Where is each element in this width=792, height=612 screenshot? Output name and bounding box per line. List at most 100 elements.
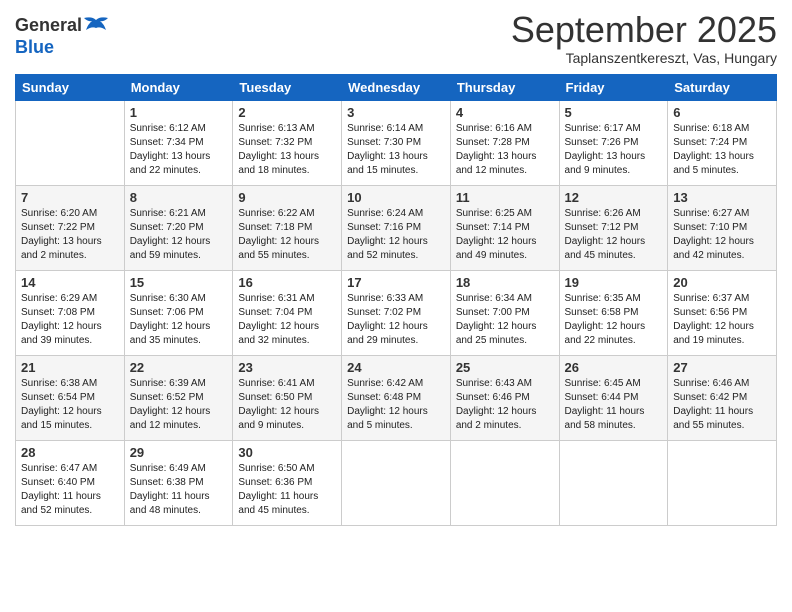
day-info: Sunrise: 6:45 AM Sunset: 6:44 PM Dayligh… xyxy=(565,377,663,433)
day-info: Sunrise: 6:49 AM Sunset: 6:38 PM Dayligh… xyxy=(130,462,228,518)
day-info: Sunrise: 6:22 AM Sunset: 7:18 PM Dayligh… xyxy=(238,207,336,263)
day-info: Sunrise: 6:47 AM Sunset: 6:40 PM Dayligh… xyxy=(21,462,119,518)
calendar-week-row: 7Sunrise: 6:20 AM Sunset: 7:22 PM Daylig… xyxy=(16,185,777,270)
calendar-cell: 19 Sunrise: 6:35 AM Sunset: 6:58 PM Dayli… xyxy=(559,270,668,355)
day-info: Sunrise: 6:29 AM Sunset: 7:08 PM Dayligh… xyxy=(21,292,119,348)
calendar-week-row: 14 Sunrise: 6:29 AM Sunset: 7:08 PM Dayli… xyxy=(16,270,777,355)
day-info: Sunrise: 6:39 AM Sunset: 6:52 PM Dayligh… xyxy=(130,377,228,433)
day-number: 25 xyxy=(456,360,554,375)
calendar-cell: 30 Sunrise: 6:50 AM Sunset: 6:36 PM Dayli… xyxy=(233,440,342,525)
title-area: September 2025 Taplanszentkereszt, Vas, … xyxy=(511,10,777,66)
day-number: 23 xyxy=(238,360,336,375)
day-number: 19 xyxy=(565,275,663,290)
calendar-cell: 16 Sunrise: 6:31 AM Sunset: 7:04 PM Dayli… xyxy=(233,270,342,355)
day-number: 5 xyxy=(565,105,663,120)
day-info: Sunrise: 6:30 AM Sunset: 7:06 PM Dayligh… xyxy=(130,292,228,348)
day-info: Sunrise: 6:18 AM Sunset: 7:24 PM Dayligh… xyxy=(673,122,771,178)
day-number: 28 xyxy=(21,445,119,460)
day-number: 15 xyxy=(130,275,228,290)
day-info: Sunrise: 6:14 AM Sunset: 7:30 PM Dayligh… xyxy=(347,122,445,178)
day-header-sunday: Sunday xyxy=(16,74,125,100)
day-info: Sunrise: 6:35 AM Sunset: 6:58 PM Dayligh… xyxy=(565,292,663,348)
day-info: Sunrise: 6:26 AM Sunset: 7:12 PM Dayligh… xyxy=(565,207,663,263)
day-number: 16 xyxy=(238,275,336,290)
day-info: Sunrise: 6:27 AM Sunset: 7:10 PM Dayligh… xyxy=(673,207,771,263)
calendar-cell: 29 Sunrise: 6:49 AM Sunset: 6:38 PM Dayli… xyxy=(124,440,233,525)
day-number: 29 xyxy=(130,445,228,460)
calendar-cell: 24 Sunrise: 6:42 AM Sunset: 6:48 PM Dayli… xyxy=(342,355,451,440)
calendar-cell: 21Sunrise: 6:38 AM Sunset: 6:54 PM Dayli… xyxy=(16,355,125,440)
calendar-cell: 18 Sunrise: 6:34 AM Sunset: 7:00 PM Dayli… xyxy=(450,270,559,355)
calendar-cell: 2 Sunrise: 6:13 AM Sunset: 7:32 PM Daylig… xyxy=(233,100,342,185)
day-info: Sunrise: 6:25 AM Sunset: 7:14 PM Dayligh… xyxy=(456,207,554,263)
day-info: Sunrise: 6:34 AM Sunset: 7:00 PM Dayligh… xyxy=(456,292,554,348)
calendar-header-row: SundayMondayTuesdayWednesdayThursdayFrid… xyxy=(16,74,777,100)
calendar-cell: 6 Sunrise: 6:18 AM Sunset: 7:24 PM Daylig… xyxy=(668,100,777,185)
day-info: Sunrise: 6:41 AM Sunset: 6:50 PM Dayligh… xyxy=(238,377,336,433)
day-number: 22 xyxy=(130,360,228,375)
calendar-cell: 5 Sunrise: 6:17 AM Sunset: 7:26 PM Daylig… xyxy=(559,100,668,185)
calendar-week-row: 21Sunrise: 6:38 AM Sunset: 6:54 PM Dayli… xyxy=(16,355,777,440)
day-header-friday: Friday xyxy=(559,74,668,100)
day-number: 21 xyxy=(21,360,119,375)
day-number: 1 xyxy=(130,105,228,120)
calendar-cell: 3 Sunrise: 6:14 AM Sunset: 7:30 PM Daylig… xyxy=(342,100,451,185)
day-info: Sunrise: 6:17 AM Sunset: 7:26 PM Dayligh… xyxy=(565,122,663,178)
calendar-cell xyxy=(668,440,777,525)
calendar-cell: 20Sunrise: 6:37 AM Sunset: 6:56 PM Dayli… xyxy=(668,270,777,355)
calendar-cell: 17Sunrise: 6:33 AM Sunset: 7:02 PM Dayli… xyxy=(342,270,451,355)
day-number: 20 xyxy=(673,275,771,290)
day-number: 18 xyxy=(456,275,554,290)
calendar-cell xyxy=(342,440,451,525)
day-number: 27 xyxy=(673,360,771,375)
calendar-cell xyxy=(16,100,125,185)
logo-bird-icon xyxy=(82,16,110,38)
day-number: 10 xyxy=(347,190,445,205)
calendar-cell: 28 Sunrise: 6:47 AM Sunset: 6:40 PM Dayli… xyxy=(16,440,125,525)
day-info: Sunrise: 6:24 AM Sunset: 7:16 PM Dayligh… xyxy=(347,207,445,263)
calendar-cell: 9 Sunrise: 6:22 AM Sunset: 7:18 PM Daylig… xyxy=(233,185,342,270)
calendar-cell: 14 Sunrise: 6:29 AM Sunset: 7:08 PM Dayli… xyxy=(16,270,125,355)
calendar-cell: 8Sunrise: 6:21 AM Sunset: 7:20 PM Daylig… xyxy=(124,185,233,270)
calendar-cell: 27 Sunrise: 6:46 AM Sunset: 6:42 PM Dayli… xyxy=(668,355,777,440)
day-info: Sunrise: 6:21 AM Sunset: 7:20 PM Dayligh… xyxy=(130,207,228,263)
calendar-cell xyxy=(559,440,668,525)
logo: General Blue xyxy=(15,16,110,58)
calendar-cell: 7Sunrise: 6:20 AM Sunset: 7:22 PM Daylig… xyxy=(16,185,125,270)
day-header-tuesday: Tuesday xyxy=(233,74,342,100)
calendar-cell: 1Sunrise: 6:12 AM Sunset: 7:34 PM Daylig… xyxy=(124,100,233,185)
calendar-cell: 26 Sunrise: 6:45 AM Sunset: 6:44 PM Dayli… xyxy=(559,355,668,440)
day-number: 14 xyxy=(21,275,119,290)
calendar-week-row: 1Sunrise: 6:12 AM Sunset: 7:34 PM Daylig… xyxy=(16,100,777,185)
day-number: 26 xyxy=(565,360,663,375)
calendar-cell: 22 Sunrise: 6:39 AM Sunset: 6:52 PM Dayli… xyxy=(124,355,233,440)
day-number: 9 xyxy=(238,190,336,205)
day-info: Sunrise: 6:42 AM Sunset: 6:48 PM Dayligh… xyxy=(347,377,445,433)
day-number: 12 xyxy=(565,190,663,205)
logo-general: General xyxy=(15,15,82,35)
calendar-cell: 23 Sunrise: 6:41 AM Sunset: 6:50 PM Dayli… xyxy=(233,355,342,440)
page-header: General Blue September 2025 Taplanszentk… xyxy=(15,10,777,66)
day-info: Sunrise: 6:31 AM Sunset: 7:04 PM Dayligh… xyxy=(238,292,336,348)
day-number: 6 xyxy=(673,105,771,120)
calendar-cell: 12 Sunrise: 6:26 AM Sunset: 7:12 PM Dayli… xyxy=(559,185,668,270)
day-number: 4 xyxy=(456,105,554,120)
day-number: 7 xyxy=(21,190,119,205)
day-number: 3 xyxy=(347,105,445,120)
calendar-cell: 15 Sunrise: 6:30 AM Sunset: 7:06 PM Dayli… xyxy=(124,270,233,355)
day-number: 30 xyxy=(238,445,336,460)
day-number: 2 xyxy=(238,105,336,120)
day-info: Sunrise: 6:46 AM Sunset: 6:42 PM Dayligh… xyxy=(673,377,771,433)
day-info: Sunrise: 6:13 AM Sunset: 7:32 PM Dayligh… xyxy=(238,122,336,178)
day-number: 13 xyxy=(673,190,771,205)
calendar-week-row: 28 Sunrise: 6:47 AM Sunset: 6:40 PM Dayli… xyxy=(16,440,777,525)
day-number: 17 xyxy=(347,275,445,290)
day-header-saturday: Saturday xyxy=(668,74,777,100)
calendar-cell: 25Sunrise: 6:43 AM Sunset: 6:46 PM Dayli… xyxy=(450,355,559,440)
day-number: 24 xyxy=(347,360,445,375)
calendar-cell: 11Sunrise: 6:25 AM Sunset: 7:14 PM Dayli… xyxy=(450,185,559,270)
calendar-table: SundayMondayTuesdayWednesdayThursdayFrid… xyxy=(15,74,777,526)
day-info: Sunrise: 6:50 AM Sunset: 6:36 PM Dayligh… xyxy=(238,462,336,518)
day-header-monday: Monday xyxy=(124,74,233,100)
day-info: Sunrise: 6:16 AM Sunset: 7:28 PM Dayligh… xyxy=(456,122,554,178)
